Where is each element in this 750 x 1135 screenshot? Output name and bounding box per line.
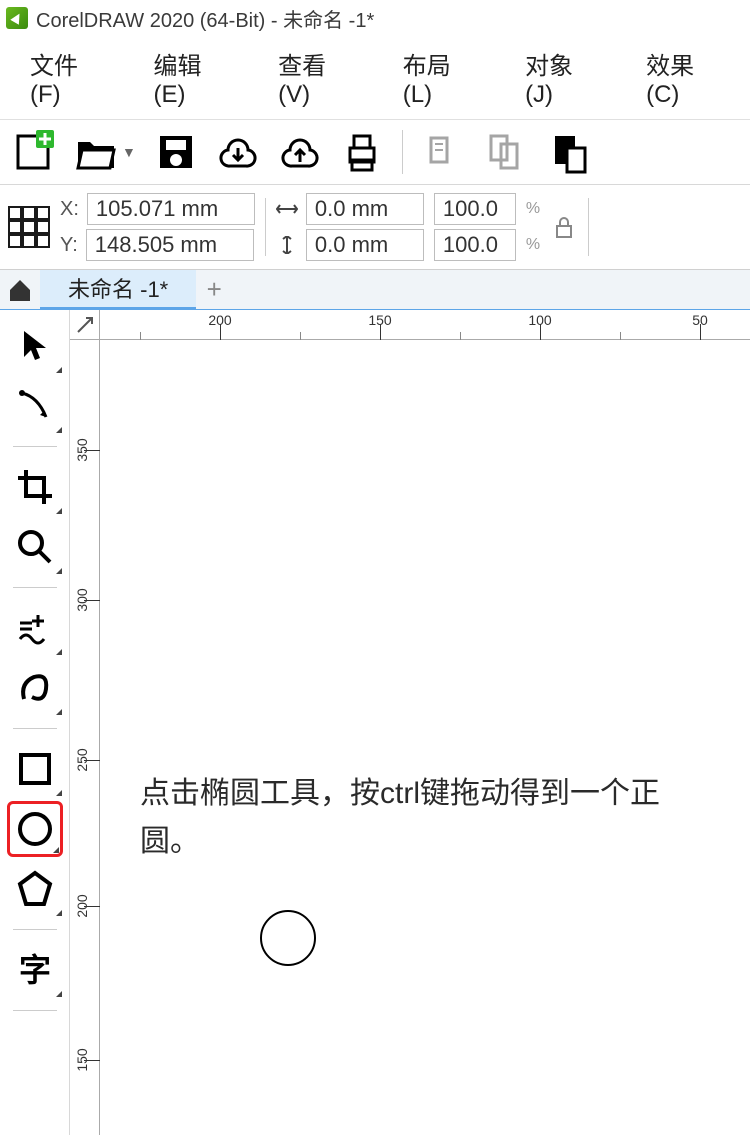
crop-tool[interactable] xyxy=(7,459,63,515)
toolbox: 字 xyxy=(0,310,70,1135)
percent-label: % xyxy=(526,236,540,254)
menu-bar: 文件(F) 编辑(E) 查看(V) 布局(L) 对象(J) 效果(C) xyxy=(0,36,750,120)
flyout-icon xyxy=(56,910,62,916)
lock-ratio-icon[interactable] xyxy=(550,213,578,241)
rectangle-tool[interactable] xyxy=(7,741,63,797)
menu-effects[interactable]: 效果(C) xyxy=(620,38,746,117)
flyout-icon xyxy=(56,991,62,997)
polygon-tool[interactable] xyxy=(7,861,63,917)
percent-label: % xyxy=(526,200,540,218)
object-width-input[interactable]: 0.0 mm xyxy=(306,193,424,225)
open-button[interactable] xyxy=(74,130,118,174)
scale-x-input[interactable]: 100.0 xyxy=(434,193,516,225)
flyout-icon xyxy=(56,508,62,514)
ellipse-tool[interactable] xyxy=(7,801,63,857)
canvas-area: 200 150 100 50 350 300 250 200 150 点击椭圆工… xyxy=(70,310,750,1135)
flyout-icon xyxy=(56,568,62,574)
standard-toolbar: ▼ xyxy=(0,120,750,185)
open-dropdown-icon[interactable]: ▼ xyxy=(122,144,136,160)
flyout-icon xyxy=(56,427,62,433)
origin-anchor-icon[interactable] xyxy=(8,206,50,248)
flyout-icon xyxy=(56,649,62,655)
copy-properties-button[interactable] xyxy=(421,130,465,174)
x-label: X: xyxy=(60,198,79,221)
cloud-download-button[interactable] xyxy=(216,130,260,174)
y-label: Y: xyxy=(60,234,78,257)
scale-y-input[interactable]: 100.0 xyxy=(434,229,516,261)
flyout-icon xyxy=(56,367,62,373)
menu-file[interactable]: 文件(F) xyxy=(4,38,127,117)
artistic-media-tool[interactable] xyxy=(7,660,63,716)
tool-separator xyxy=(13,929,57,930)
print-button[interactable] xyxy=(340,130,384,174)
cloud-upload-button[interactable] xyxy=(278,130,322,174)
tool-separator xyxy=(13,446,57,447)
document-tab-active[interactable]: 未命名 -1* xyxy=(40,270,196,310)
save-button[interactable] xyxy=(154,130,198,174)
menu-edit[interactable]: 编辑(E) xyxy=(127,38,252,117)
document-tabs: 未命名 -1* + xyxy=(0,270,750,310)
toolbar-separator xyxy=(402,130,403,174)
menu-object[interactable]: 对象(J) xyxy=(499,38,620,117)
prop-separator xyxy=(588,198,589,256)
ruler-corner-icon[interactable] xyxy=(70,310,100,340)
freehand-tool[interactable] xyxy=(7,600,63,656)
new-document-button[interactable] xyxy=(12,130,56,174)
pick-tool[interactable] xyxy=(7,318,63,374)
text-tool[interactable]: 字 xyxy=(7,942,63,998)
object-height-input[interactable]: 0.0 mm xyxy=(306,229,424,261)
prop-separator xyxy=(265,198,266,256)
property-bar: X: 105.071 mm Y: 148.505 mm 0.0 mm 0.0 m… xyxy=(0,185,750,270)
new-tab-button[interactable]: + xyxy=(196,274,232,305)
window-title: CorelDRAW 2020 (64-Bit) - 未命名 -1* xyxy=(36,4,374,33)
horizontal-ruler[interactable]: 200 150 100 50 xyxy=(100,310,750,340)
app-logo-icon xyxy=(6,7,28,29)
drawn-circle[interactable] xyxy=(260,910,316,966)
object-x-input[interactable]: 105.071 mm xyxy=(87,193,255,225)
vertical-ruler[interactable]: 350 300 250 200 150 xyxy=(70,340,100,1135)
title-bar: CorelDRAW 2020 (64-Bit) - 未命名 -1* xyxy=(0,0,750,36)
instruction-text: 点击椭圆工具，按ctrl键拖动得到一个正圆。 xyxy=(140,770,700,866)
tool-separator xyxy=(13,587,57,588)
shape-tool[interactable] xyxy=(7,378,63,434)
tool-separator xyxy=(13,1010,57,1011)
workspace: 字 200 150 100 50 350 300 250 200 xyxy=(0,310,750,1135)
menu-layout[interactable]: 布局(L) xyxy=(377,38,499,117)
drawing-canvas[interactable]: 点击椭圆工具，按ctrl键拖动得到一个正圆。 xyxy=(100,340,750,1135)
object-y-input[interactable]: 148.505 mm xyxy=(86,229,254,261)
width-icon xyxy=(276,200,298,218)
welcome-tab-icon[interactable] xyxy=(0,277,40,303)
tool-separator xyxy=(13,728,57,729)
menu-view[interactable]: 查看(V) xyxy=(252,38,377,117)
flyout-icon xyxy=(53,847,59,853)
clipboard-button[interactable] xyxy=(545,130,589,174)
svg-text:字: 字 xyxy=(18,952,50,988)
height-icon xyxy=(276,236,298,254)
zoom-tool[interactable] xyxy=(7,519,63,575)
flyout-icon xyxy=(56,790,62,796)
flyout-icon xyxy=(56,709,62,715)
paste-properties-button[interactable] xyxy=(483,130,527,174)
